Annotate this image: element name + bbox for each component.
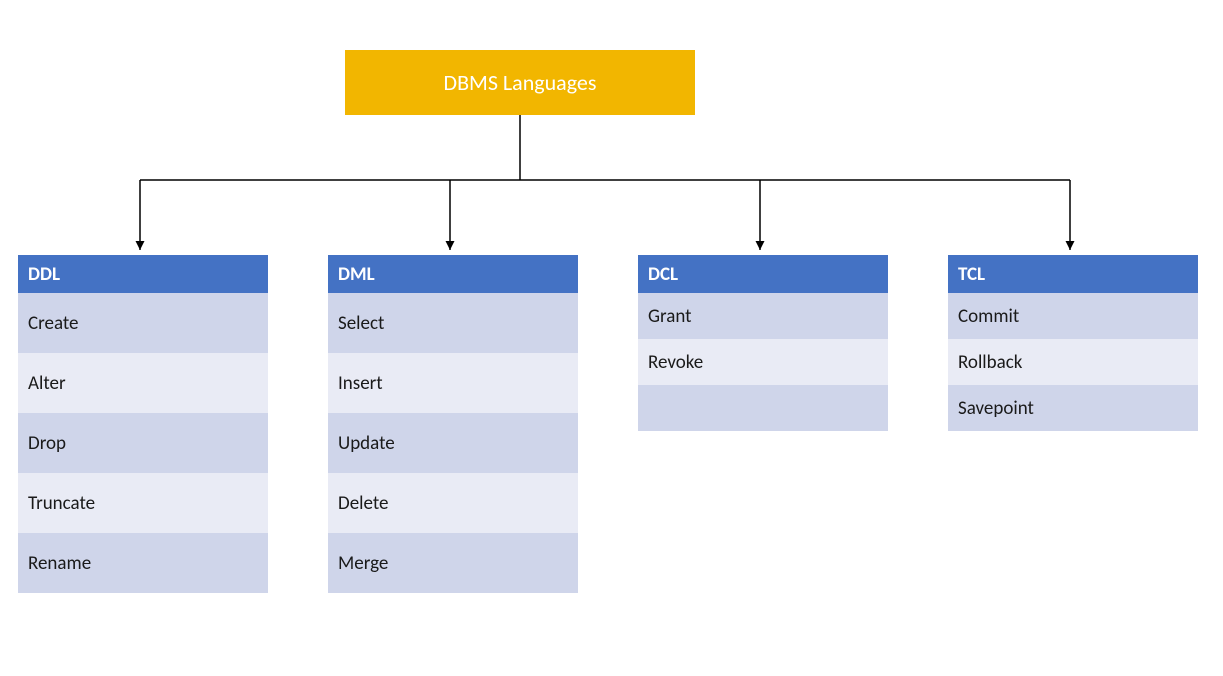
root-node: DBMS Languages — [345, 50, 695, 115]
columns-container: DDL Create Alter Drop Truncate Rename DM… — [18, 255, 1198, 593]
column-header: DML — [328, 255, 578, 293]
column-item-empty — [638, 385, 888, 431]
column-item: Revoke — [638, 339, 888, 385]
column-item: Savepoint — [948, 385, 1198, 431]
column-header: DDL — [18, 255, 268, 293]
column-dml: DML Select Insert Update Delete Merge — [328, 255, 578, 593]
column-item: Grant — [638, 293, 888, 339]
column-header: TCL — [948, 255, 1198, 293]
column-item: Update — [328, 413, 578, 473]
column-item: Rollback — [948, 339, 1198, 385]
column-item: Create — [18, 293, 268, 353]
column-item: Insert — [328, 353, 578, 413]
column-header: DCL — [638, 255, 888, 293]
column-ddl: DDL Create Alter Drop Truncate Rename — [18, 255, 268, 593]
column-item: Drop — [18, 413, 268, 473]
column-item: Select — [328, 293, 578, 353]
root-label: DBMS Languages — [444, 69, 597, 96]
column-item: Truncate — [18, 473, 268, 533]
column-item: Delete — [328, 473, 578, 533]
column-item: Alter — [18, 353, 268, 413]
column-dcl: DCL Grant Revoke — [638, 255, 888, 593]
column-tcl: TCL Commit Rollback Savepoint — [948, 255, 1198, 593]
column-item: Rename — [18, 533, 268, 593]
column-item: Commit — [948, 293, 1198, 339]
column-item: Merge — [328, 533, 578, 593]
